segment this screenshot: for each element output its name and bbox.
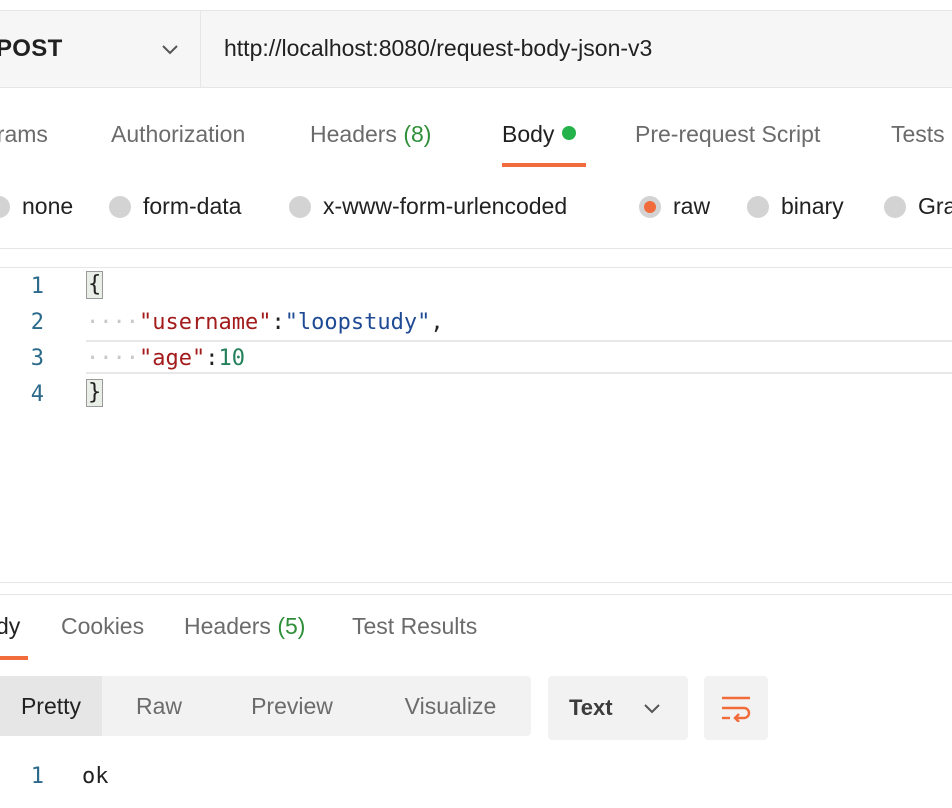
tab-authorization-label: Authorization — [111, 121, 246, 147]
json-colon: : — [205, 346, 219, 371]
response-tab-headers-count: (5) — [277, 613, 306, 639]
tab-tests-label: Tests — [891, 121, 945, 147]
view-mode-raw[interactable]: Raw — [110, 676, 208, 736]
tab-body-label: Body — [502, 121, 555, 147]
wrap-lines-icon — [722, 696, 751, 722]
method-select[interactable]: POST — [0, 11, 201, 87]
radio-graphql-label: Gra — [918, 193, 952, 219]
view-mode-segmented: Pretty Raw Preview Visualize — [0, 676, 531, 736]
radio-form-data[interactable]: form-data — [109, 193, 241, 223]
tab-headers[interactable]: Headers (8) — [310, 121, 431, 148]
line-number: 2 — [30, 310, 44, 335]
chevron-down-icon — [644, 704, 660, 714]
view-mode-pretty[interactable]: Pretty — [0, 676, 102, 736]
radio-icon — [884, 196, 906, 218]
response-tab-headers-label: Headers — [184, 613, 271, 639]
radio-graphql[interactable]: Gra — [884, 193, 952, 223]
response-body-text: ok — [82, 764, 109, 789]
line-number: 4 — [30, 382, 44, 407]
json-colon: : — [271, 310, 285, 335]
url-text: http://localhost:8080/request-body-json-… — [224, 35, 653, 61]
radio-binary-label: binary — [781, 193, 844, 219]
json-key: "username" — [138, 310, 272, 335]
radio-icon — [0, 196, 10, 218]
radio-icon — [289, 196, 311, 218]
radio-none-label: none — [22, 193, 74, 219]
method-label: POST — [0, 35, 63, 62]
active-tab-indicator — [502, 163, 586, 167]
radio-icon — [747, 196, 769, 218]
tab-pre-request-script[interactable]: Pre-request Script — [635, 121, 820, 148]
tab-body[interactable]: Body — [502, 121, 577, 148]
json-string-value: "loopstudy" — [284, 310, 431, 335]
tab-tests[interactable]: Tests — [891, 121, 945, 148]
radio-binary[interactable]: binary — [747, 193, 844, 223]
radio-raw[interactable]: raw — [639, 193, 710, 223]
json-key: "age" — [138, 346, 206, 371]
divider — [0, 582, 952, 583]
radio-urlencoded-label: x-www-form-urlencoded — [323, 193, 568, 219]
tab-headers-count: (8) — [403, 121, 432, 147]
tab-headers-label: Headers — [310, 121, 397, 147]
code-line-2: ····"username":"loopstudy", — [86, 310, 444, 335]
active-response-tab-indicator — [0, 656, 28, 660]
tab-pre-request-label: Pre-request Script — [635, 121, 821, 147]
indent-guide: ···· — [86, 310, 139, 335]
line-number: 3 — [30, 346, 44, 371]
close-brace: } — [86, 379, 104, 407]
response-tab-cookies[interactable]: Cookies — [61, 613, 144, 640]
view-mode-visualize[interactable]: Visualize — [378, 676, 523, 736]
code-line-3: ····"age":10 — [86, 346, 245, 371]
view-mode-preview[interactable]: Preview — [226, 676, 358, 736]
url-input[interactable]: http://localhost:8080/request-body-json-… — [201, 11, 952, 87]
tab-authorization[interactable]: Authorization — [111, 121, 245, 148]
radio-selected-icon — [639, 196, 661, 218]
format-select[interactable]: Text — [548, 676, 688, 740]
wrap-lines-button[interactable] — [704, 676, 768, 740]
tab-params[interactable]: arams — [0, 121, 48, 148]
response-line-number: 1 — [30, 764, 44, 789]
json-number-value: 10 — [218, 346, 245, 371]
response-tab-cookies-label: Cookies — [61, 613, 145, 639]
response-tab-test-results[interactable]: Test Results — [352, 613, 477, 640]
code-line-1: { — [86, 271, 104, 299]
response-tab-headers[interactable]: Headers (5) — [184, 613, 305, 640]
code-line-4: } — [86, 379, 104, 407]
status-dot-icon — [562, 126, 577, 140]
line-number: 1 — [30, 274, 44, 299]
radio-urlencoded[interactable]: x-www-form-urlencoded — [289, 193, 567, 223]
json-comma: , — [430, 310, 444, 335]
radio-raw-label: raw — [673, 193, 711, 219]
format-label: Text — [569, 695, 613, 720]
open-brace: { — [86, 271, 104, 299]
response-tab-body-label: dy — [0, 613, 21, 639]
radio-icon — [109, 196, 131, 218]
url-bar: POST http://localhost:8080/request-body-… — [0, 10, 952, 88]
tab-params-label: arams — [0, 121, 48, 147]
radio-form-data-label: form-data — [143, 193, 242, 219]
divider — [0, 594, 952, 595]
response-tab-body[interactable]: dy — [0, 613, 20, 640]
chevron-down-icon — [162, 45, 178, 55]
response-tab-test-results-label: Test Results — [352, 613, 478, 639]
divider — [0, 248, 952, 249]
radio-none[interactable]: none — [0, 193, 73, 223]
indent-guide: ···· — [86, 346, 139, 371]
